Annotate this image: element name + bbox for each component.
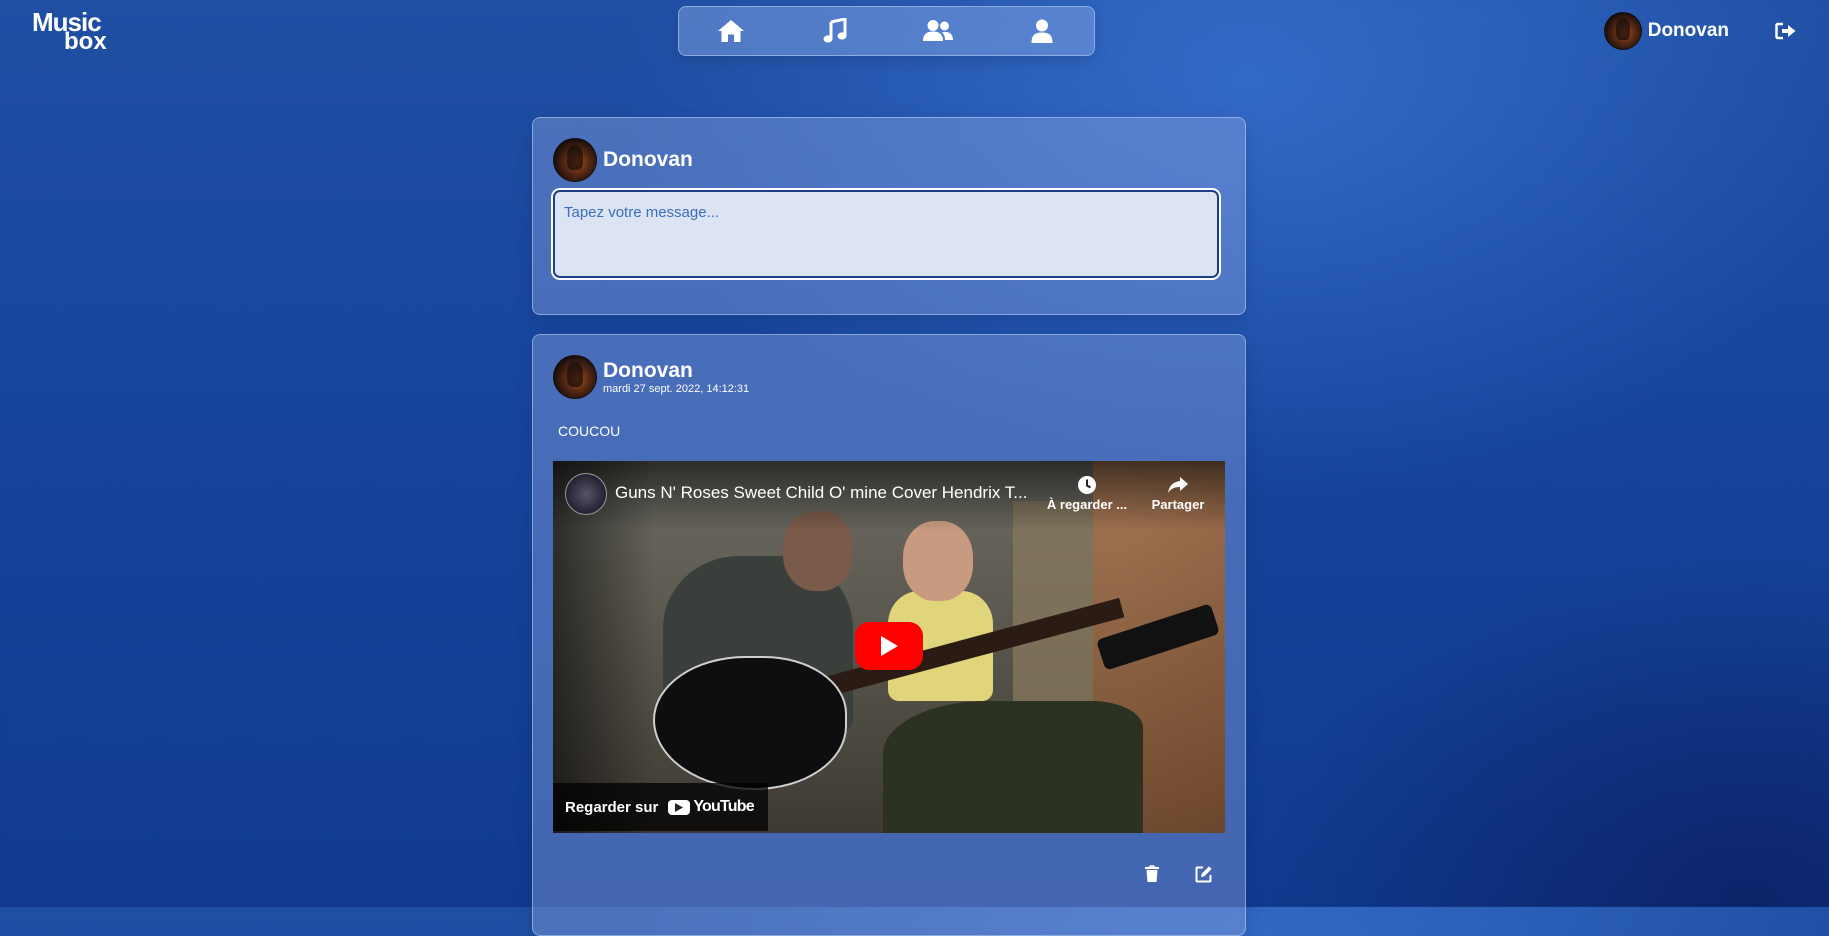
- video-scene-shorts: [883, 701, 1143, 833]
- youtube-label: YouTube: [693, 798, 754, 815]
- post-header: Donovan mardi 27 sept. 2022, 14:12:31: [553, 355, 749, 399]
- watch-on-label: Regarder sur: [565, 798, 659, 816]
- play-button[interactable]: [855, 622, 923, 670]
- post-actions: [1141, 863, 1215, 885]
- logo-line2: box: [64, 28, 107, 55]
- watch-on-youtube-button[interactable]: Regarder sur YouTube: [553, 783, 768, 831]
- post-text: COUCOU: [558, 423, 621, 439]
- post-date: mardi 27 sept. 2022, 14:12:31: [603, 382, 750, 395]
- header-user: Donovan: [1603, 12, 1799, 50]
- clock-icon: [1078, 476, 1096, 494]
- logout-button[interactable]: [1773, 20, 1799, 42]
- nav-music-button[interactable]: [805, 11, 865, 51]
- share-label: Partager: [1151, 497, 1205, 512]
- watch-later-label: À regarder ...: [1046, 497, 1128, 512]
- avatar[interactable]: [1603, 12, 1642, 50]
- users-icon: [923, 20, 954, 41]
- composer-card: Donovan: [532, 117, 1246, 315]
- youtube-play-icon: [668, 799, 691, 815]
- avatar[interactable]: [553, 355, 597, 399]
- post-user-name: Donovan: [603, 358, 693, 382]
- share-icon: [1168, 477, 1188, 493]
- nav-home-button[interactable]: [701, 11, 761, 51]
- header-user-name[interactable]: Donovan: [1648, 20, 1729, 42]
- composer-user-name: Donovan: [603, 148, 693, 171]
- share-button[interactable]: Partager: [1143, 473, 1213, 512]
- trash-icon: [1145, 865, 1159, 882]
- home-icon: [717, 20, 744, 42]
- music-note-icon: [823, 18, 847, 43]
- app-logo[interactable]: Music box: [32, 8, 107, 55]
- watch-later-button[interactable]: À regarder ...: [1043, 473, 1131, 512]
- video-scene-guitar-body: [653, 656, 847, 790]
- video-title[interactable]: Guns N' Roses Sweet Child O' mine Cover …: [615, 483, 1043, 503]
- youtube-logo: YouTube: [668, 798, 755, 816]
- user-icon: [1031, 19, 1053, 43]
- play-icon: [881, 636, 898, 656]
- post-card: Donovan mardi 27 sept. 2022, 14:12:31 CO…: [532, 334, 1246, 936]
- channel-avatar[interactable]: [565, 473, 607, 515]
- post-meta: Donovan mardi 27 sept. 2022, 14:12:31: [603, 358, 750, 395]
- edit-icon: [1195, 866, 1212, 883]
- delete-post-button[interactable]: [1141, 863, 1163, 885]
- edit-post-button[interactable]: [1193, 863, 1215, 885]
- video-scene-child-head: [903, 521, 973, 601]
- youtube-embed[interactable]: Guns N' Roses Sweet Child O' mine Cover …: [553, 461, 1225, 833]
- nav-friends-button[interactable]: [908, 11, 968, 51]
- message-input[interactable]: [553, 190, 1219, 278]
- composer-header: Donovan: [553, 138, 693, 182]
- nav-profile-button[interactable]: [1012, 11, 1072, 51]
- logout-icon: [1775, 22, 1796, 40]
- main-nav: [678, 6, 1095, 56]
- avatar[interactable]: [553, 138, 597, 182]
